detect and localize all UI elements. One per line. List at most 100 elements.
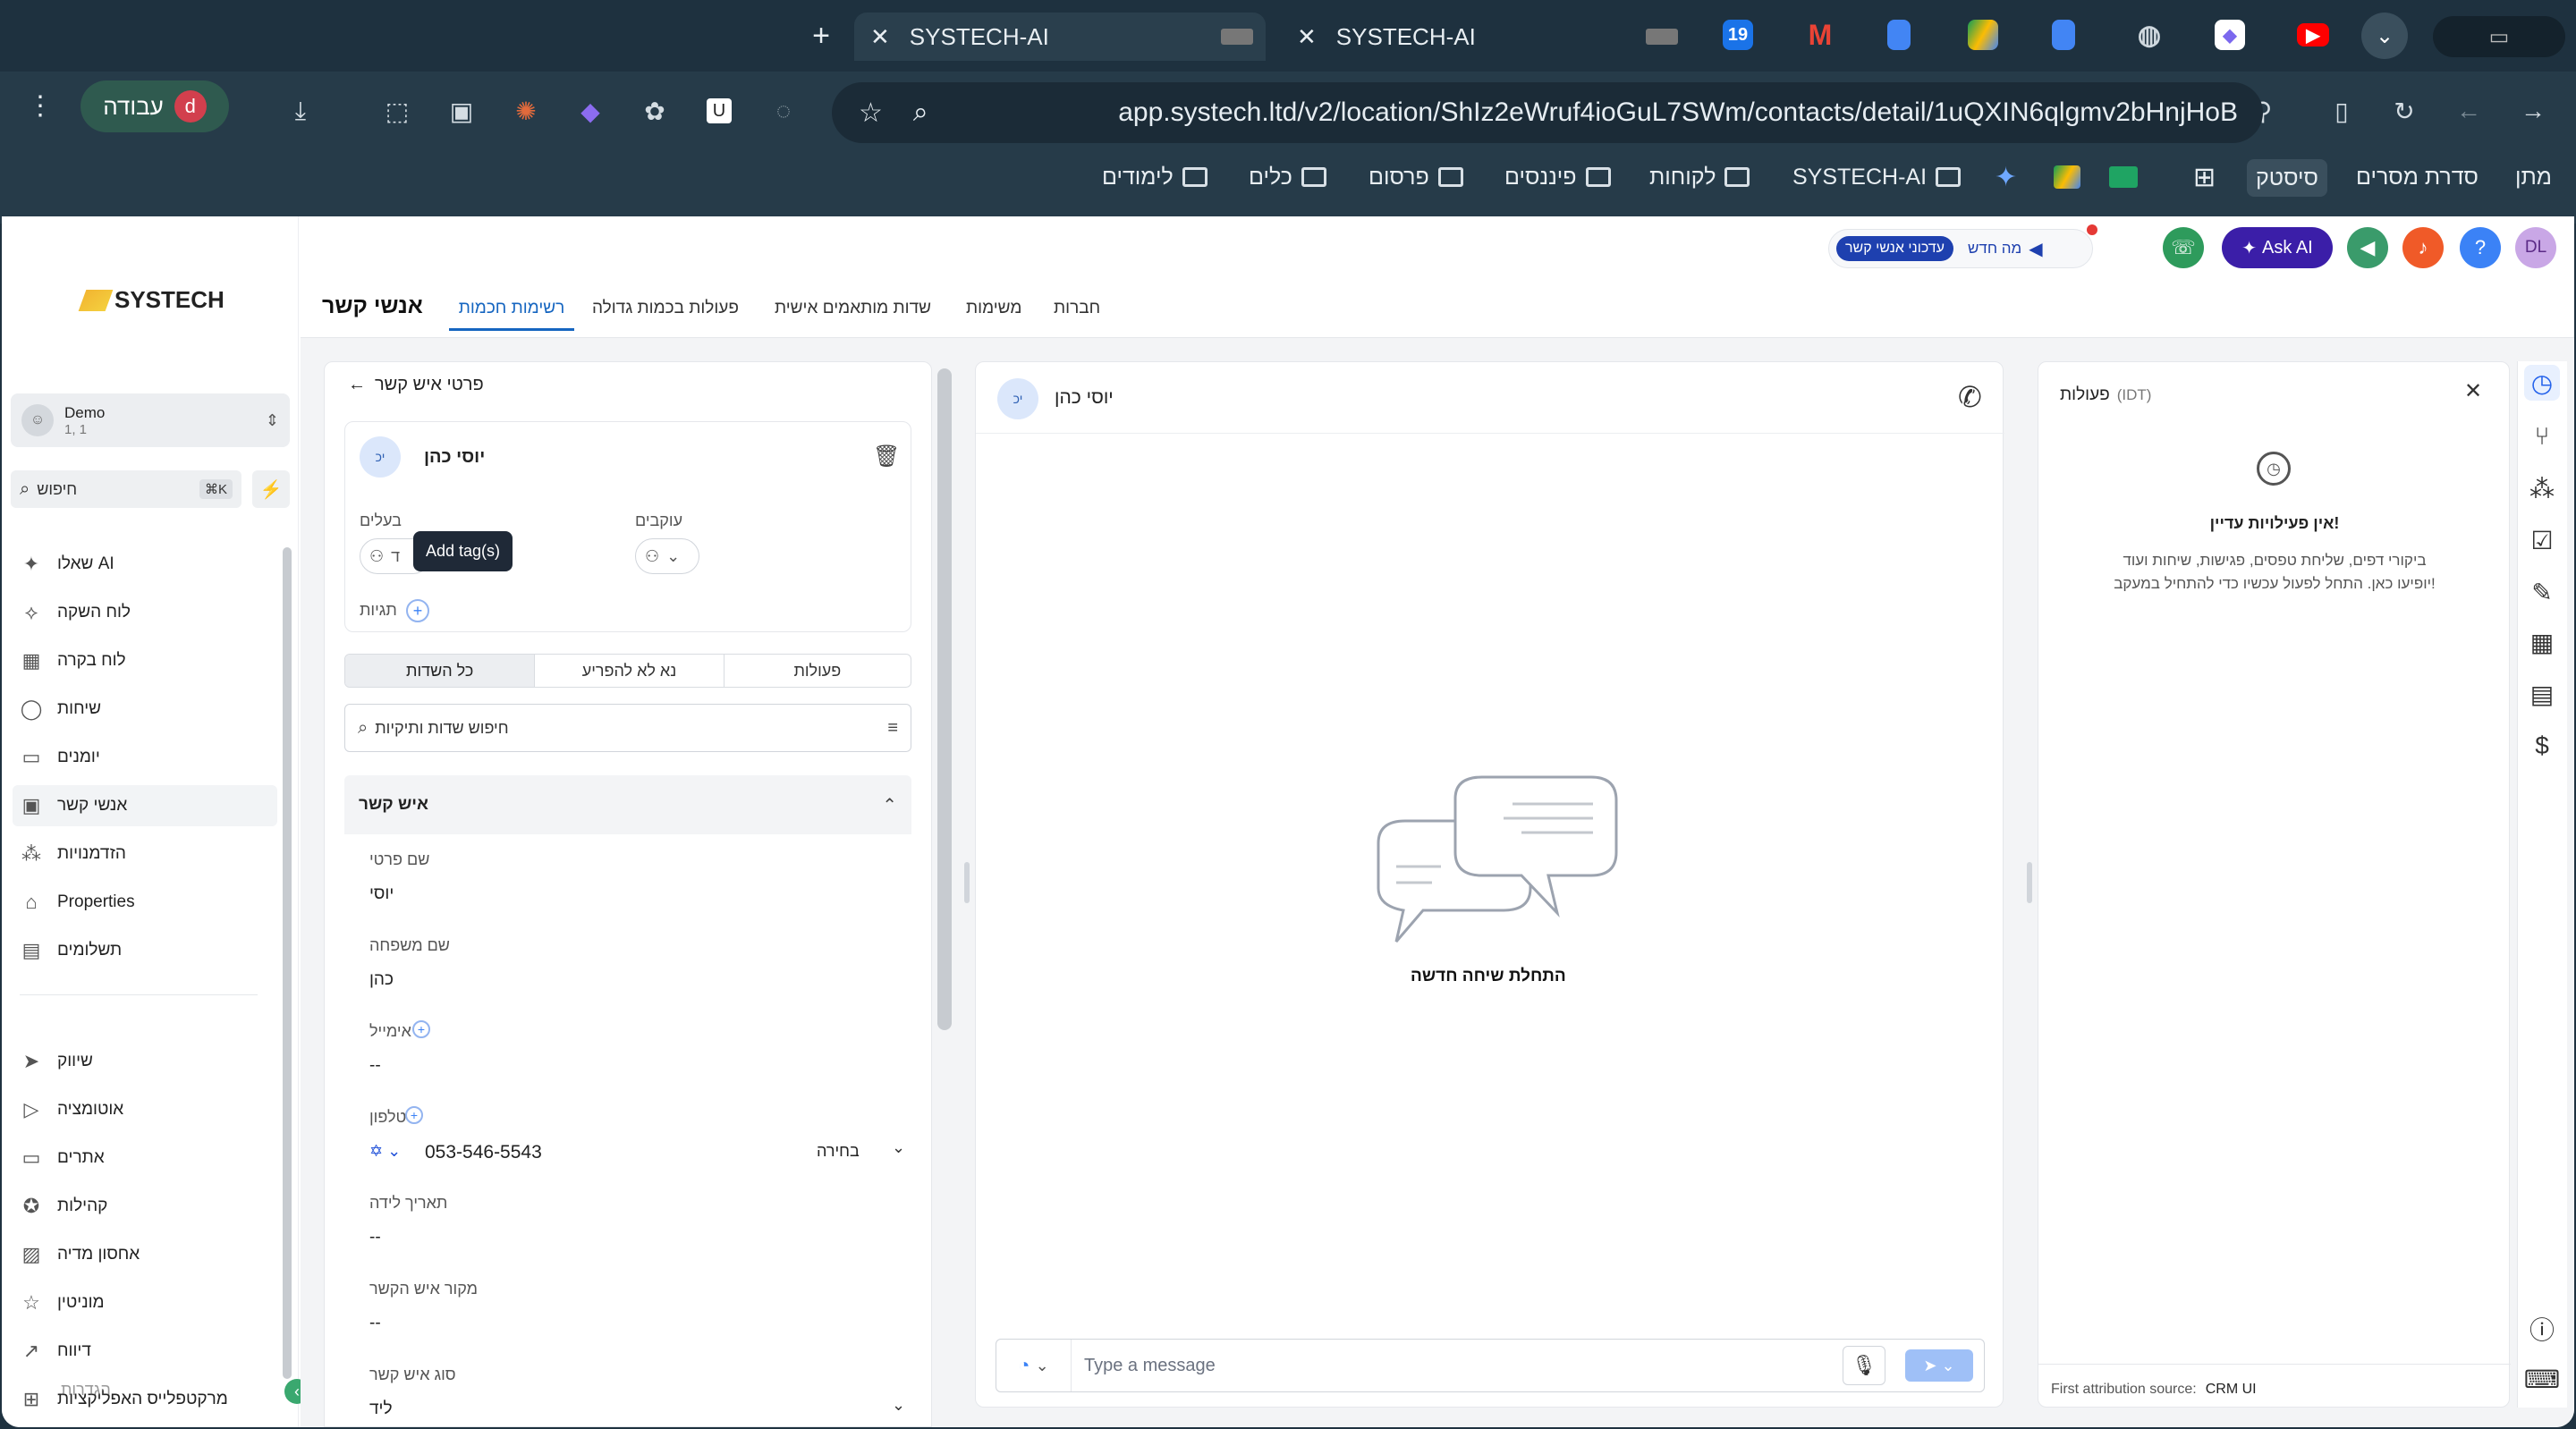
bookmark-gemini-icon[interactable]: ✦ [1995, 159, 2017, 195]
bookmark-systech-ai-folder[interactable]: SYSTECH-AI [1792, 159, 1962, 195]
sidebar-item[interactable]: ▤ תשלומים [20, 930, 270, 971]
extension-openai-icon[interactable]: ✿ [637, 93, 673, 129]
extension-obsidian-icon[interactable]: ◆ [572, 93, 608, 129]
reload-icon[interactable]: ↻ [2386, 93, 2422, 129]
window-controls[interactable]: ▭ [2433, 16, 2565, 57]
tab-all-fields[interactable]: כל השדות [345, 655, 535, 687]
tab-actions[interactable]: פעולות [723, 655, 911, 687]
sidebar-item[interactable]: ⊞ מרקטפלייס האפליקציות [20, 1379, 270, 1420]
extension-cast-icon[interactable]: ▣ [444, 93, 479, 129]
tab-dnd[interactable]: נא לא להפריע [534, 655, 723, 687]
keyboard-icon[interactable]: ⌨ [2524, 1361, 2560, 1397]
pinned-calendar-icon[interactable]: 19 [1723, 20, 1753, 50]
sidebar-item[interactable]: ⌂ Properties [20, 882, 270, 923]
sidebar-item[interactable]: ☆ מוניטין [20, 1282, 270, 1323]
delete-icon[interactable]: 🗑 [873, 444, 900, 469]
pinned-gmail-icon[interactable]: M [1805, 19, 1835, 51]
sidebar-item[interactable]: ↗ דיווח [20, 1331, 270, 1372]
notifications-button[interactable]: ♪ [2402, 227, 2444, 268]
calendar-tool-icon[interactable]: ▦ [2524, 624, 2560, 660]
send-button[interactable]: ➤ ⌄ [1905, 1349, 1973, 1382]
extensions-icon[interactable]: ⬚ [379, 93, 415, 129]
sidebar-item[interactable]: ⟡ לוח השקה [20, 592, 270, 633]
field-value[interactable]: -- [369, 1314, 381, 1333]
channel-select[interactable]: ◔ ⌄ [996, 1340, 1072, 1391]
sidebar-item[interactable]: ▦ לוח בקרה [20, 640, 270, 681]
new-tab-button[interactable]: + [803, 16, 839, 55]
sidebar-item[interactable]: ▨ אחסון מדיה [20, 1234, 270, 1275]
opportunities-tool-icon[interactable]: ⁂ [2524, 470, 2560, 506]
message-input[interactable]: Type a message [1084, 1356, 1843, 1376]
bookmark-apps-icon[interactable]: ⊞ [2193, 159, 2216, 195]
workflow-icon[interactable]: ⑂ [2524, 419, 2560, 454]
add-tag-button[interactable]: + [406, 599, 429, 622]
tab-smart-lists[interactable]: רשימות חכמות [449, 288, 574, 331]
bookmark-learning-folder[interactable]: לימודים [1102, 159, 1208, 195]
bookmark-finance-folder[interactable]: פיננסים [1504, 159, 1611, 195]
back-icon[interactable]: → [2515, 93, 2551, 129]
bookmark-matan[interactable]: מתן [2515, 159, 2552, 195]
tab-companies[interactable]: חברות [1054, 299, 1100, 318]
resize-handle[interactable] [964, 862, 970, 903]
resize-handle[interactable] [2027, 862, 2032, 903]
ask-ai-button[interactable]: ✦ Ask AI [2222, 227, 2333, 268]
split-view-icon[interactable]: ▯ [2324, 93, 2360, 129]
bookmark-sheets-icon[interactable] [2109, 159, 2138, 195]
bookmark-systech-chip[interactable]: סיסטק [2247, 159, 2327, 197]
pinned-docs-icon[interactable] [1887, 20, 1911, 50]
sidebar-item[interactable]: ▷ אוטומציה [20, 1089, 270, 1130]
field-value[interactable]: 053-546-5543 [425, 1142, 542, 1163]
search-icon[interactable]: ⌕ [913, 97, 928, 128]
bookmark-ads-folder[interactable]: פרסום [1368, 159, 1463, 195]
pinned-globe-icon[interactable]: ◍ [2134, 20, 2165, 50]
help-button[interactable]: ? [2460, 227, 2501, 268]
sidebar-search[interactable]: ⌕ חיפוש ⌘K [11, 470, 242, 508]
microphone-icon[interactable]: 🎙 [1843, 1346, 1885, 1385]
pinned-drive-icon[interactable] [1968, 20, 1998, 50]
extension-u-icon[interactable]: U [701, 93, 737, 129]
bookmark-clients-folder[interactable]: לקוחות [1649, 159, 1750, 195]
menu-icon[interactable]: ⋮ [27, 88, 54, 123]
account-switcher[interactable]: ☺ Demo 1, 1 ⇕ [11, 393, 290, 447]
tab-bulk-actions[interactable]: פעולות בכמות גדולה [592, 299, 739, 318]
activity-tool-icon[interactable]: ◷ [2524, 365, 2560, 401]
add-field-icon[interactable]: + [405, 1106, 423, 1124]
section-header[interactable]: איש קשר ⌃ [344, 775, 911, 834]
tab-close-icon[interactable]: ✕ [870, 23, 890, 51]
browser-tab-active[interactable]: ✕ SYSTECH-AI [854, 13, 1266, 61]
user-avatar[interactable]: DL [2515, 227, 2556, 268]
bookmark-drive-icon[interactable] [2054, 159, 2080, 195]
info-icon[interactable]: ⓘ [2524, 1311, 2560, 1347]
bookmark-message-series[interactable]: סדרת מסרים [2356, 159, 2479, 195]
extension-claude-icon[interactable]: ✺ [508, 93, 544, 129]
payments-tool-icon[interactable]: $ [2524, 728, 2560, 764]
add-field-icon[interactable]: + [412, 1020, 430, 1038]
quick-action-button[interactable]: ⚡ [252, 470, 290, 508]
sidebar-item[interactable]: ✦ שאלו AI [20, 544, 270, 585]
pinned-youtube-icon[interactable]: ▶ [2297, 23, 2329, 47]
sidebar-scrollbar[interactable] [283, 547, 292, 1379]
forward-icon[interactable]: ← [2451, 93, 2487, 129]
tab-close-icon[interactable]: ✕ [1297, 23, 1317, 51]
sidebar-item[interactable]: ▭ אתרים [20, 1137, 270, 1179]
field-value[interactable]: -- [369, 1228, 381, 1247]
back-to-contacts[interactable]: ← פרטי איש קשר [348, 375, 484, 395]
sidebar-item[interactable]: ▣ אנשי קשר [13, 785, 277, 826]
sidebar-item[interactable]: ▭ יומנים [20, 737, 270, 778]
pinned-clickup-icon[interactable]: ◆ [2215, 20, 2245, 50]
download-icon[interactable]: ⤓ [283, 93, 318, 129]
address-bar[interactable]: ☆ ⌕ app.systech.ltd/v2/location/ShIz2eWr… [832, 82, 2263, 143]
bookmark-star-icon[interactable]: ☆ [859, 97, 883, 129]
fields-search-input[interactable]: ⌕ חיפוש שדות ותיקיות ≡ [344, 704, 911, 752]
browser-tab[interactable]: ✕ SYSTECH-AI [1279, 13, 1690, 61]
call-icon[interactable]: ✆ [1958, 380, 1982, 414]
followers-select[interactable]: ⚇ ⌄ [635, 538, 699, 574]
extension-whatsapp-icon[interactable]: ◌ [766, 93, 801, 129]
bookmark-tools-folder[interactable]: כלים [1249, 159, 1326, 195]
notes-icon[interactable]: ✎ [2524, 574, 2560, 610]
profile-button[interactable]: עבודה d [80, 80, 229, 132]
field-value[interactable]: ליד [369, 1399, 393, 1419]
sidebar-item[interactable]: ⁂ הזדמנויות [20, 833, 270, 875]
whats-new-widget[interactable]: עדכוני אנשי קשר מה חדש ◀ [1828, 224, 2097, 268]
tab-search-button[interactable]: ⌄ [2361, 13, 2408, 59]
